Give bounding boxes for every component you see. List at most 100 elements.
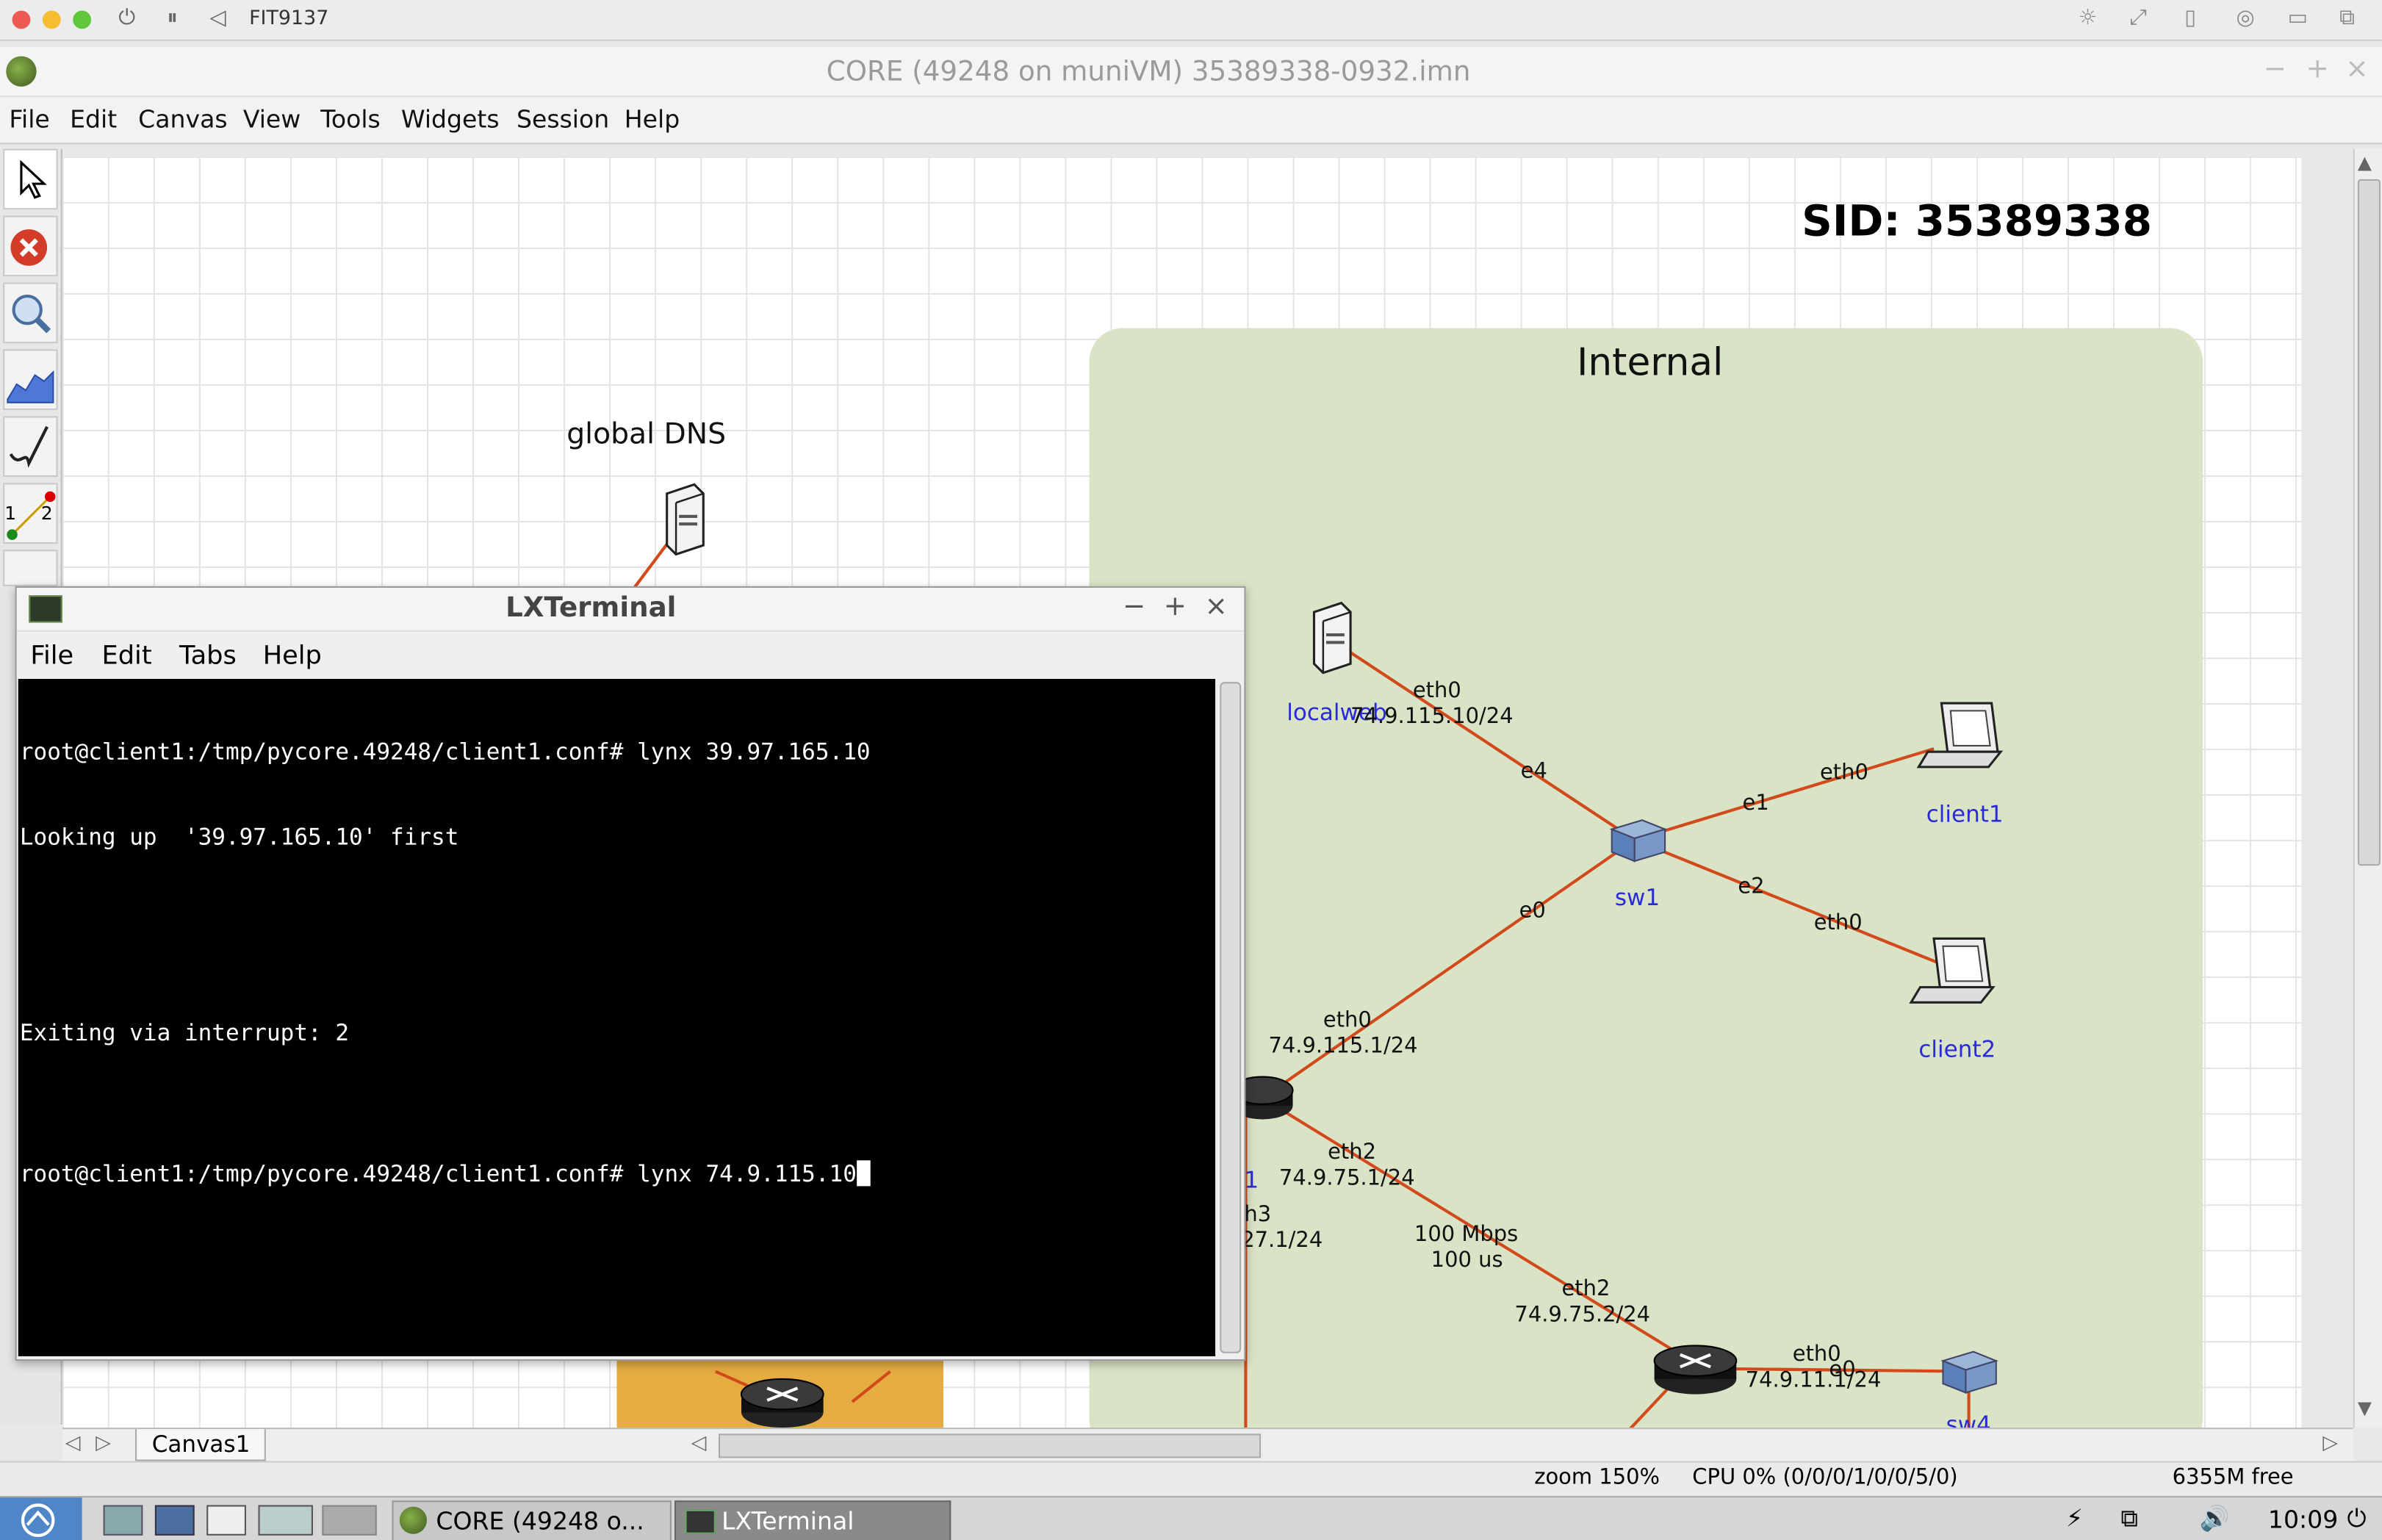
node-label-router[interactable]: 1	[1244, 1167, 1259, 1194]
if-sw1-e0: e0	[1519, 899, 1546, 924]
power-icon[interactable]: ⏻	[118, 6, 135, 30]
tab-canvas1[interactable]: Canvas1	[135, 1429, 266, 1461]
minimize-window-button[interactable]	[42, 10, 61, 29]
power-plug-icon[interactable]: ⚡	[2066, 1503, 2083, 1532]
menu-tools[interactable]: Tools	[320, 105, 381, 134]
if-router-eth0-ip: 74.9.115.1/24	[1268, 1034, 1418, 1059]
back-icon[interactable]: ◁	[209, 6, 226, 30]
horizontal-scroll-thumb[interactable]	[718, 1433, 1262, 1458]
pause-icon[interactable]: ⏸	[167, 6, 177, 30]
terminal-minimize-icon[interactable]: −	[1123, 591, 1145, 622]
volume-icon[interactable]: 🔊	[2200, 1503, 2230, 1532]
workspace-icon[interactable]	[322, 1505, 377, 1536]
menu-widgets[interactable]: Widgets	[401, 105, 500, 134]
node-label-sw4[interactable]: sw4	[1946, 1411, 1991, 1428]
scroll-up-icon[interactable]: ▲	[2358, 152, 2372, 173]
taskbar-core-label: CORE (49248 o...	[436, 1506, 644, 1536]
hscroll-right-icon[interactable]: ▷	[2322, 1432, 2338, 1455]
lxterminal-window[interactable]: LXTerminal − + × File Edit Tabs Help roo…	[15, 586, 1246, 1361]
desktop-icon[interactable]	[258, 1505, 313, 1536]
usb-icon[interactable]: ▯	[2184, 6, 2196, 30]
menu-session[interactable]: Session	[517, 105, 609, 134]
taskbar-lxterminal-button[interactable]: LXTerminal	[674, 1500, 951, 1540]
link-number-1: 1	[4, 503, 17, 525]
terminal-titlebar[interactable]: LXTerminal − + ×	[16, 587, 1245, 632]
scroll-down-icon[interactable]: ▼	[2358, 1397, 2372, 1419]
router2-icon	[1653, 1345, 1738, 1395]
file-manager-icon[interactable]	[103, 1505, 143, 1536]
if-r2-eth2: eth2	[1561, 1277, 1611, 1302]
region-label-internal: Internal	[1577, 340, 1724, 384]
windows-icon[interactable]: ⧉	[2339, 6, 2355, 30]
stop-tool-button[interactable]	[3, 215, 58, 277]
resize-icon[interactable]: ⤢	[2130, 6, 2147, 30]
dns-server-icon	[666, 483, 705, 556]
taskbar: CORE (49248 o... LXTerminal ⚡ ⧉ 🔊 10:09 …	[0, 1496, 2382, 1540]
terminal-close-icon[interactable]: ×	[1205, 591, 1228, 622]
if-sw1-e2: e2	[1738, 874, 1765, 899]
zoom-status: zoom 150%	[1534, 1465, 1660, 1490]
terminal-prompt-line: root@client1:/tmp/pycore.49248/client1.c…	[20, 1159, 1215, 1187]
terminal-cursor	[856, 1159, 871, 1186]
node-label-sw1[interactable]: sw1	[1615, 884, 1660, 911]
minimize-icon[interactable]: −	[2264, 53, 2286, 84]
start-menu-button[interactable]	[0, 1497, 82, 1540]
stop-icon	[10, 229, 48, 266]
graph-tool-button[interactable]	[3, 349, 58, 411]
vertical-scrollbar[interactable]: ▲ ▼	[2353, 148, 2382, 1428]
node-label-client1[interactable]: client1	[1926, 800, 2004, 827]
session-id: SID: 35389338	[1802, 195, 2153, 246]
terminal-menu-edit[interactable]: Edit	[102, 641, 152, 671]
settings-icon[interactable]: ◎	[2237, 6, 2255, 30]
tab-prev-icon[interactable]: ◁	[65, 1432, 81, 1455]
taskbar-core-button[interactable]: CORE (49248 o...	[392, 1500, 672, 1540]
terminal-launcher-icon[interactable]	[154, 1505, 195, 1536]
terminal-maximize-icon[interactable]: +	[1164, 591, 1187, 622]
if-localweb-ip: 74.9.115.10/24	[1350, 705, 1514, 730]
menu-canvas[interactable]: Canvas	[138, 105, 227, 134]
terminal-scrollbar[interactable]	[1220, 682, 1242, 1353]
if-localweb-eth0: eth0	[1412, 678, 1461, 704]
close-window-button[interactable]	[12, 10, 31, 29]
network-icon[interactable]: ⧉	[2120, 1503, 2138, 1533]
menu-help[interactable]: Help	[625, 105, 680, 134]
window-icon[interactable]	[206, 1505, 246, 1536]
menu-edit[interactable]: Edit	[70, 105, 117, 134]
draw-tool-button[interactable]	[3, 416, 58, 478]
menu-view[interactable]: View	[243, 105, 301, 134]
memory-status: 6355M free	[2172, 1465, 2294, 1490]
start-icon	[21, 1503, 55, 1537]
select-tool-button[interactable]	[3, 148, 58, 210]
link-number-2: 2	[40, 503, 53, 525]
tab-next-icon[interactable]: ▷	[96, 1432, 111, 1455]
terminal-output[interactable]: root@client1:/tmp/pycore.49248/client1.c…	[18, 678, 1216, 1356]
maximize-icon[interactable]: +	[2306, 53, 2329, 84]
terminal-menu-help[interactable]: Help	[263, 641, 322, 671]
zoom-tool-button[interactable]	[3, 282, 58, 344]
terminal-menu-file[interactable]: File	[30, 641, 73, 671]
cursor-icon	[20, 159, 47, 199]
maximize-window-button[interactable]	[73, 10, 92, 29]
menubar: File Edit Canvas View Tools Widgets Sess…	[0, 97, 2382, 145]
menu-file[interactable]: File	[9, 105, 49, 134]
if-client1-eth0: eth0	[1819, 760, 1868, 785]
vertical-scroll-thumb[interactable]	[2357, 179, 2381, 866]
run-tool-button[interactable]	[3, 550, 58, 586]
shutdown-icon[interactable]: ⏻	[2347, 1503, 2366, 1533]
folder-icon[interactable]: ▭	[2288, 6, 2308, 30]
brightness-icon[interactable]: ☼	[2078, 6, 2097, 30]
link-bandwidth: 100 Mbps	[1414, 1223, 1519, 1248]
terminal-line: Exiting via interrupt: 2	[19, 1019, 350, 1047]
dns-label: global DNS	[566, 417, 727, 451]
if-sw1-e4: e4	[1520, 759, 1547, 784]
hscroll-left-icon[interactable]: ◁	[691, 1432, 707, 1455]
terminal-menu-tabs[interactable]: Tabs	[179, 641, 237, 671]
link-tool-button[interactable]: 1 2	[3, 483, 58, 544]
chart-icon	[7, 370, 54, 403]
if-router-eth3: h3	[1244, 1203, 1272, 1228]
canvas-tabbar: ◁ ▷ Canvas1 ◁ ▷	[62, 1428, 2353, 1463]
magnifier-icon	[12, 295, 51, 334]
close-icon[interactable]: ×	[2345, 53, 2368, 84]
node-label-client2[interactable]: client2	[1918, 1036, 1996, 1063]
host-titlebar: ⏻ ⏸ ◁ FIT9137 ☼ ⤢ ▯ ◎ ▭ ⧉	[0, 0, 2382, 41]
